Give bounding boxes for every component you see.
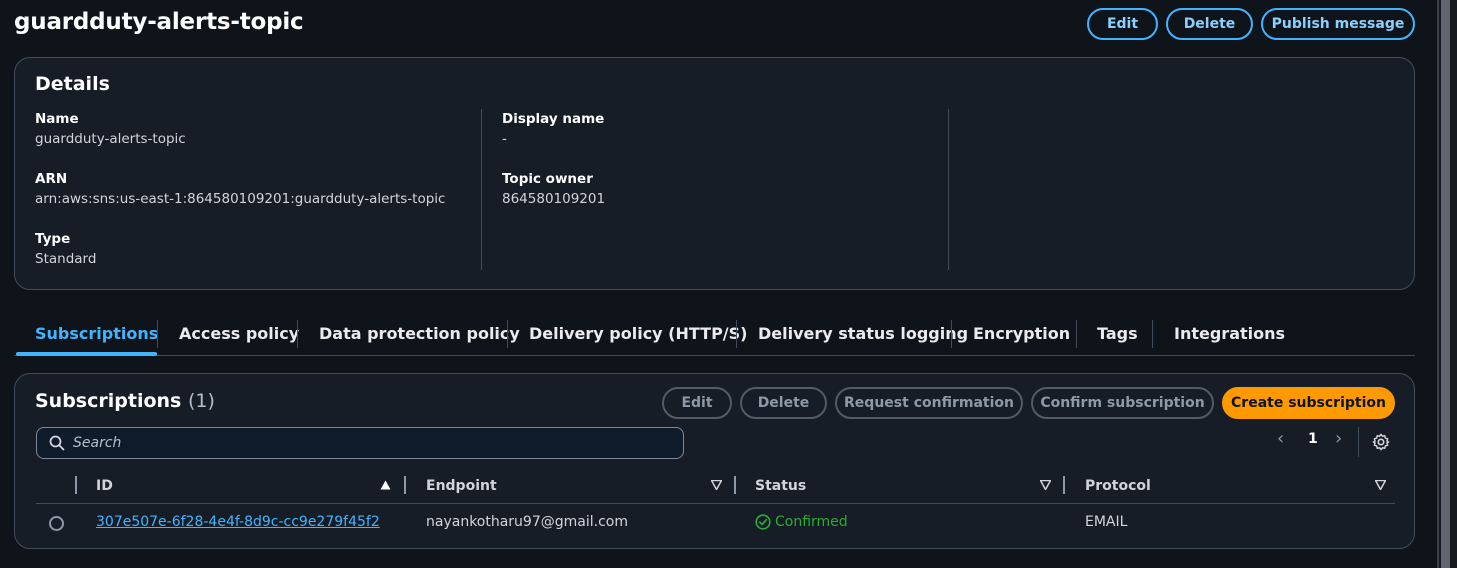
caret-down-icon[interactable] xyxy=(1375,480,1386,490)
tab-divider xyxy=(1152,320,1153,348)
edit-subscription-button[interactable]: Edit xyxy=(662,387,732,419)
details-panel: Details Name guardduty-alerts-topic ARN … xyxy=(14,57,1415,290)
column-divider xyxy=(75,476,77,494)
type-label: Type xyxy=(35,231,71,247)
name-label: Name xyxy=(35,111,79,127)
page-number[interactable]: 1 xyxy=(1308,431,1318,447)
edit-topic-button[interactable]: Edit xyxy=(1087,8,1158,40)
tab-divider xyxy=(951,320,952,348)
search-field[interactable] xyxy=(36,427,684,459)
subscriptions-panel: Subscriptions (1) Edit Delete Request co… xyxy=(14,373,1415,549)
delete-topic-button[interactable]: Delete xyxy=(1166,8,1253,40)
protocol-cell: EMAIL xyxy=(1085,514,1128,530)
topic-owner-value: 864580109201 xyxy=(502,191,606,207)
column-header-status[interactable]: Status xyxy=(755,478,806,494)
tab-divider xyxy=(736,320,737,348)
tab-tags[interactable]: Tags xyxy=(1097,318,1138,356)
active-tab-indicator xyxy=(16,352,157,356)
tab-bar: Subscriptions Access policy Data protect… xyxy=(14,318,1415,356)
tab-divider xyxy=(1076,320,1077,348)
caret-down-icon[interactable] xyxy=(1040,480,1051,490)
next-page-button[interactable]: › xyxy=(1335,428,1342,449)
details-divider xyxy=(481,109,482,270)
confirm-subscription-button[interactable]: Confirm subscription xyxy=(1031,387,1214,419)
request-confirmation-button[interactable]: Request confirmation xyxy=(835,387,1023,419)
pager-divider xyxy=(1358,427,1359,457)
search-icon xyxy=(49,435,65,451)
subscriptions-count: (1) xyxy=(187,390,215,412)
previous-page-button[interactable]: ‹ xyxy=(1277,428,1284,449)
display-name-label: Display name xyxy=(502,111,605,127)
create-subscription-button[interactable]: Create subscription xyxy=(1222,387,1395,419)
caret-down-icon[interactable] xyxy=(711,480,722,490)
table-header: ID Endpoint Status Protocol xyxy=(36,474,1395,504)
subscription-id-link[interactable]: 307e507e-6f28-4e4f-8d9c-cc9e279f45f2 xyxy=(96,514,380,530)
status-text: Confirmed xyxy=(775,514,848,530)
arn-value: arn:aws:sns:us-east-1:864580109201:guard… xyxy=(35,191,446,207)
subscriptions-title: Subscriptions xyxy=(35,390,182,412)
scrollbar[interactable] xyxy=(1437,0,1457,568)
details-heading: Details xyxy=(35,73,110,95)
delete-subscription-button[interactable]: Delete xyxy=(740,387,827,419)
tab-access-policy[interactable]: Access policy xyxy=(179,318,299,356)
topic-owner-label: Topic owner xyxy=(502,171,593,187)
tab-integrations[interactable]: Integrations xyxy=(1174,318,1285,356)
tab-divider xyxy=(157,320,158,348)
column-divider xyxy=(734,476,736,494)
page: guardduty-alerts-topic Edit Delete Publi… xyxy=(0,0,1457,568)
column-header-id[interactable]: ID xyxy=(96,478,113,494)
page-title: guardduty-alerts-topic xyxy=(14,9,304,35)
tab-delivery-policy[interactable]: Delivery policy (HTTP/S) xyxy=(529,318,747,356)
gear-icon[interactable] xyxy=(1372,433,1390,451)
column-divider xyxy=(404,476,406,494)
details-divider xyxy=(948,109,949,270)
tab-divider xyxy=(507,320,508,348)
tab-divider xyxy=(297,320,298,348)
scrollbar-thumb[interactable] xyxy=(1441,0,1450,568)
status-cell: Confirmed xyxy=(755,514,848,530)
tab-delivery-status-logging[interactable]: Delivery status logging xyxy=(758,318,968,356)
check-circle-icon xyxy=(755,514,771,530)
subscriptions-heading: Subscriptions (1) xyxy=(35,390,215,412)
type-value: Standard xyxy=(35,251,97,267)
column-divider xyxy=(1063,476,1065,494)
arn-label: ARN xyxy=(35,171,68,187)
table-row: 307e507e-6f28-4e4f-8d9c-cc9e279f45f2 nay… xyxy=(36,505,1395,541)
endpoint-cell: nayankotharu97@gmail.com xyxy=(426,514,628,530)
column-header-endpoint[interactable]: Endpoint xyxy=(426,478,497,494)
search-input[interactable] xyxy=(73,435,633,451)
name-value: guardduty-alerts-topic xyxy=(35,131,186,147)
tab-subscriptions[interactable]: Subscriptions xyxy=(35,318,158,356)
column-header-protocol[interactable]: Protocol xyxy=(1085,478,1151,494)
tab-encryption[interactable]: Encryption xyxy=(973,318,1070,356)
caret-up-icon[interactable] xyxy=(380,480,391,490)
tab-data-protection-policy[interactable]: Data protection policy xyxy=(319,318,520,356)
publish-message-button[interactable]: Publish message xyxy=(1261,8,1415,40)
row-select-radio[interactable] xyxy=(49,516,64,531)
display-name-value: - xyxy=(502,131,507,147)
